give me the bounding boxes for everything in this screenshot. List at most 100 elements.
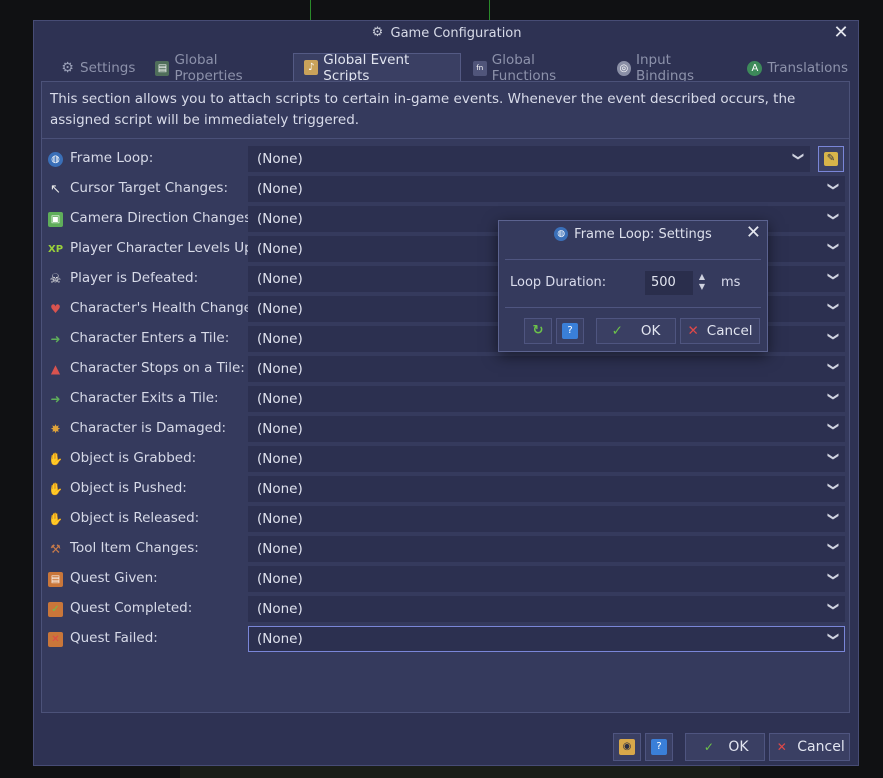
popup-ok-button[interactable]: ✓ OK — [596, 318, 676, 344]
loop-duration-label: Loop Duration: — [510, 275, 607, 290]
select-value: (None) — [257, 361, 303, 377]
cross-icon: ✕ — [687, 323, 699, 339]
event-label: Quest Failed: — [70, 630, 158, 646]
cancel-label: Cancel — [706, 323, 753, 339]
select-value: (None) — [257, 391, 303, 407]
chevron-down-icon: ❯ — [826, 511, 840, 522]
quest-failed-icon: ✕ — [48, 632, 63, 647]
tab-settings[interactable]: ⚙ Settings — [50, 55, 143, 81]
tab-bar: ⚙ Settings ▤ Global Properties ♪ Global … — [50, 51, 858, 85]
cancel-label: Cancel — [797, 739, 845, 755]
close-icon[interactable]: ✕ — [832, 23, 850, 43]
event-label: Character Stops on a Tile: — [70, 360, 245, 376]
ok-label: OK — [728, 739, 749, 755]
gear-icon: ⚙ — [61, 59, 74, 76]
background-grid — [310, 0, 490, 22]
script-select[interactable]: (None) ❯ — [248, 626, 845, 652]
tile-stop-icon: ▲ — [50, 362, 61, 376]
tab-global-event-scripts[interactable]: ♪ Global Event Scripts — [293, 51, 461, 84]
event-label: Character is Damaged: — [70, 420, 227, 436]
script-icon: ♪ — [304, 60, 319, 75]
loop-duration-input[interactable]: 500 — [645, 271, 693, 295]
globe-icon: ◍ — [554, 227, 569, 241]
chevron-down-icon: ❯ — [826, 451, 840, 462]
gear-icon: ⚙ — [371, 25, 384, 40]
cancel-button[interactable]: ✕ Cancel — [769, 733, 850, 761]
event-row-quest-failed: ✕ Quest Failed: (None) ❯ — [42, 624, 849, 654]
event-label: Player Character Levels Up: — [70, 240, 258, 256]
quest-given-icon: ▤ — [48, 572, 63, 587]
tab-input-bindings[interactable]: ◎ Input Bindings — [607, 52, 736, 84]
event-label: Character's Health Changes: — [70, 300, 264, 316]
popup-help-button[interactable]: ? — [556, 318, 584, 344]
input-icon: ◎ — [616, 60, 631, 76]
popup-cancel-button[interactable]: ✕ Cancel — [680, 318, 760, 344]
camera-icon: ◉ — [619, 739, 635, 755]
event-row-quest-completed: ✓ Quest Completed: (None) ❯ — [42, 594, 849, 624]
reset-button[interactable]: ↻ — [524, 318, 552, 344]
select-value: (None) — [257, 571, 303, 587]
globe-icon: ◍ — [48, 152, 63, 167]
script-select[interactable]: (None) ❯ — [248, 176, 845, 202]
ok-label: OK — [640, 323, 661, 339]
chevron-down-icon: ❯ — [826, 301, 840, 312]
help-button[interactable]: ? — [645, 733, 673, 761]
chevron-down-icon: ❯ — [826, 361, 840, 372]
tab-global-properties[interactable]: ▤ Global Properties — [145, 52, 291, 84]
unit-label: ms — [721, 275, 741, 290]
chevron-down-icon: ❯ — [826, 391, 840, 402]
chevron-down-icon: ❯ — [826, 571, 840, 582]
script-select[interactable]: (None) ❯ — [248, 476, 845, 502]
chevron-down-icon: ❯ — [826, 631, 840, 642]
dialog-footer: ◉ ? ✓ OK ✕ Cancel — [34, 733, 860, 767]
script-select[interactable]: (None) ❯ — [248, 596, 845, 622]
grab-icon: ✋ — [48, 452, 63, 466]
select-value: (None) — [257, 631, 303, 647]
translations-icon: A — [747, 60, 763, 76]
tab-label: Global Event Scripts — [323, 51, 410, 84]
edit-settings-button[interactable]: ✎ — [818, 146, 844, 172]
script-select[interactable]: (None) ❯ — [248, 386, 845, 412]
event-label: Player is Defeated: — [70, 270, 199, 286]
chevron-down-icon: ❯ — [826, 241, 840, 252]
script-select[interactable]: (None) ❯ — [248, 416, 845, 442]
event-label: Cursor Target Changes: — [70, 180, 228, 196]
close-icon[interactable]: ✕ — [746, 223, 761, 243]
event-row-cursor-target: ↖ Cursor Target Changes: (None) ❯ — [42, 174, 849, 204]
event-label: Object is Pushed: — [70, 480, 187, 496]
script-select[interactable]: (None) ❯ — [248, 506, 845, 532]
event-label: Quest Completed: — [70, 600, 193, 616]
select-value: (None) — [257, 331, 303, 347]
event-row-object-released: ✋ Object is Released: (None) ❯ — [42, 504, 849, 534]
function-icon: fn — [472, 60, 487, 76]
tab-global-functions[interactable]: fn Global Functions — [463, 52, 605, 84]
chevron-down-icon: ❯ — [826, 211, 840, 222]
script-select[interactable]: (None) ❯ — [248, 146, 810, 172]
cursor-icon: ↖ — [50, 182, 61, 197]
event-row-stops-on-tile: ▲ Character Stops on a Tile: (None) ❯ — [42, 354, 849, 384]
xp-icon: XP — [48, 244, 64, 255]
titlebar: ⚙ Game Configuration ✕ — [34, 21, 858, 45]
script-select[interactable]: (None) ❯ — [248, 536, 845, 562]
event-label: Frame Loop: — [70, 150, 154, 166]
tile-enter-icon: ➜ — [50, 332, 61, 346]
chevron-down-icon: ❯ — [826, 541, 840, 552]
script-select[interactable]: (None) ❯ — [248, 356, 845, 382]
tab-translations[interactable]: A Translations — [737, 55, 856, 81]
select-value: (None) — [257, 181, 303, 197]
script-select[interactable]: (None) ❯ — [248, 446, 845, 472]
select-value: (None) — [257, 421, 303, 437]
screenshot-button[interactable]: ◉ — [613, 733, 641, 761]
event-label: Camera Direction Changes: — [70, 210, 256, 226]
select-value: (None) — [257, 451, 303, 467]
event-label: Object is Released: — [70, 510, 200, 526]
tab-label: Translations — [767, 60, 848, 76]
spin-arrows-icon[interactable]: ▲ ▼ — [695, 272, 709, 294]
push-icon: ✋ — [48, 482, 63, 496]
frame-loop-settings-popup: ◍ Frame Loop: Settings ✕ Loop Duration: … — [498, 220, 768, 352]
ok-button[interactable]: ✓ OK — [685, 733, 765, 761]
event-row-exits-tile: ➜ Character Exits a Tile: (None) ❯ — [42, 384, 849, 414]
event-row-tool-item: ⚒ Tool Item Changes: (None) ❯ — [42, 534, 849, 564]
damage-icon: ✸ — [50, 422, 61, 436]
script-select[interactable]: (None) ❯ — [248, 566, 845, 592]
